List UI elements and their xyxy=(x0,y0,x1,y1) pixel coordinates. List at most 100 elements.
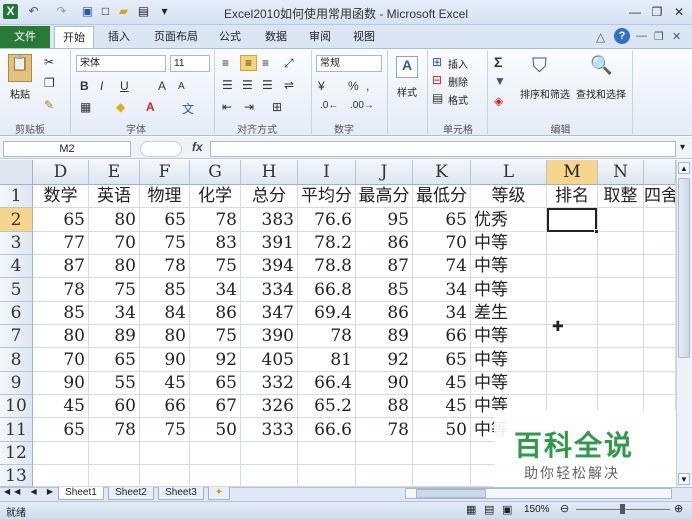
name-box[interactable]: M2 xyxy=(3,141,131,157)
cell-math-row2[interactable]: 65 xyxy=(33,208,89,232)
formula-bar-handle[interactable] xyxy=(140,141,182,157)
row-header-2[interactable]: 2 xyxy=(0,208,33,232)
header-cell-total[interactable]: 总分 xyxy=(241,185,298,208)
zoom-level[interactable]: 150% xyxy=(524,504,550,515)
cell-empty[interactable] xyxy=(644,255,676,278)
cell-empty[interactable] xyxy=(547,372,598,395)
cell-min-row3[interactable]: 70 xyxy=(413,232,471,255)
cell-physics-row2[interactable]: 65 xyxy=(140,208,190,232)
fill-color-icon[interactable]: ◆ xyxy=(116,100,125,114)
cell-math-row8[interactable]: 70 xyxy=(33,348,89,372)
col-header-j[interactable]: J xyxy=(356,160,413,185)
cell-physics-row7[interactable]: 80 xyxy=(140,325,190,348)
cell-grade-row6[interactable]: 差生 xyxy=(471,302,547,325)
cell-min-row11[interactable]: 50 xyxy=(413,418,471,442)
new-sheet-icon[interactable]: ✦ xyxy=(208,487,230,500)
row-header-9[interactable]: 9 xyxy=(0,372,33,395)
cell-average-row4[interactable]: 78.8 xyxy=(298,255,356,278)
cell-total-row10[interactable]: 326 xyxy=(241,395,298,418)
delete-cells-icon[interactable]: ⊟ xyxy=(432,73,442,87)
page-break-view-icon[interactable]: ▣ xyxy=(502,503,512,516)
cell-empty[interactable] xyxy=(598,278,644,302)
cell-max-row5[interactable]: 85 xyxy=(356,278,413,302)
percent-button[interactable]: % xyxy=(348,79,359,93)
cell-total-row6[interactable]: 347 xyxy=(241,302,298,325)
cell-physics-row11[interactable]: 75 xyxy=(140,418,190,442)
header-cell-min[interactable]: 最低分 xyxy=(413,185,471,208)
sheet-tab-3[interactable]: Sheet3 xyxy=(158,487,204,500)
cell-empty[interactable] xyxy=(356,465,413,487)
cell-average-row10[interactable]: 65.2 xyxy=(298,395,356,418)
wb-close-icon[interactable]: ✕ xyxy=(672,30,681,43)
font-color-icon[interactable]: A xyxy=(146,100,155,114)
row-header-4[interactable]: 4 xyxy=(0,255,33,278)
cell-physics-row4[interactable]: 78 xyxy=(140,255,190,278)
bold-button[interactable]: B xyxy=(80,79,89,93)
cell-empty[interactable] xyxy=(644,278,676,302)
cell-min-row7[interactable]: 66 xyxy=(413,325,471,348)
cell-english-row5[interactable]: 75 xyxy=(89,278,140,302)
cell-min-row4[interactable]: 74 xyxy=(413,255,471,278)
cell-grade-row2[interactable]: 优秀 xyxy=(471,208,547,232)
horizontal-scroll-thumb[interactable] xyxy=(416,489,486,498)
cell-total-row5[interactable]: 334 xyxy=(241,278,298,302)
cell-empty[interactable] xyxy=(547,348,598,372)
cell-chemistry-row2[interactable]: 78 xyxy=(190,208,241,232)
cell-empty[interactable] xyxy=(598,208,644,232)
page-layout-view-icon[interactable]: ▤ xyxy=(484,503,494,516)
sheet-tab-1[interactable]: Sheet1 xyxy=(58,487,104,500)
cell-empty[interactable] xyxy=(598,255,644,278)
cell-math-row6[interactable]: 85 xyxy=(33,302,89,325)
cell-physics-row5[interactable]: 85 xyxy=(140,278,190,302)
format-painter-icon[interactable]: ✎ xyxy=(44,98,54,112)
col-header-o[interactable] xyxy=(644,160,676,185)
cell-english-row11[interactable]: 78 xyxy=(89,418,140,442)
col-header-l[interactable]: L xyxy=(471,160,547,185)
align-left-icon[interactable]: ☰ xyxy=(222,78,233,92)
cell-empty[interactable] xyxy=(298,442,356,465)
header-cell-round-down[interactable]: 取整 xyxy=(598,185,644,208)
underline-button[interactable]: U xyxy=(120,79,129,93)
cell-empty[interactable] xyxy=(89,465,140,487)
cell-total-row2[interactable]: 383 xyxy=(241,208,298,232)
cell-average-row8[interactable]: 81 xyxy=(298,348,356,372)
cell-physics-row9[interactable]: 45 xyxy=(140,372,190,395)
cell-max-row7[interactable]: 89 xyxy=(356,325,413,348)
cell-average-row3[interactable]: 78.2 xyxy=(298,232,356,255)
cell-chemistry-row7[interactable]: 75 xyxy=(190,325,241,348)
header-cell-grade[interactable]: 等级 xyxy=(471,185,547,208)
cell-chemistry-row4[interactable]: 75 xyxy=(190,255,241,278)
align-right-icon[interactable]: ☰ xyxy=(262,78,273,92)
cell-empty[interactable] xyxy=(598,348,644,372)
cell-grade-row4[interactable]: 中等 xyxy=(471,255,547,278)
autosum-button[interactable]: Σ xyxy=(494,54,502,70)
cell-math-row7[interactable]: 80 xyxy=(33,325,89,348)
cut-icon[interactable]: ✂ xyxy=(44,55,54,69)
find-select-icon[interactable]: 🔍 xyxy=(590,55,612,76)
cell-chemistry-row10[interactable]: 67 xyxy=(190,395,241,418)
cell-math-row10[interactable]: 45 xyxy=(33,395,89,418)
sort-filter-icon[interactable]: ⛉ xyxy=(532,55,547,78)
tab-view[interactable]: 视图 xyxy=(346,26,382,48)
active-cell-m2[interactable] xyxy=(547,208,597,232)
align-top-icon[interactable]: ≡ xyxy=(222,56,229,70)
cell-physics-row6[interactable]: 84 xyxy=(140,302,190,325)
wb-restore-icon[interactable]: ❐ xyxy=(654,30,664,43)
paste-icon[interactable]: 📋 xyxy=(8,54,32,82)
border-icon[interactable]: ▦ xyxy=(80,100,91,114)
delete-cells-button[interactable]: 删除 xyxy=(448,74,468,89)
cell-empty[interactable] xyxy=(190,442,241,465)
cell-english-row8[interactable]: 65 xyxy=(89,348,140,372)
italic-button[interactable]: I xyxy=(100,79,103,93)
currency-icon[interactable]: ¥ xyxy=(318,79,325,93)
cell-min-row5[interactable]: 34 xyxy=(413,278,471,302)
col-header-f[interactable]: F xyxy=(140,160,190,185)
cell-chemistry-row11[interactable]: 50 xyxy=(190,418,241,442)
cell-average-row9[interactable]: 66.4 xyxy=(298,372,356,395)
cell-max-row11[interactable]: 78 xyxy=(356,418,413,442)
row-header-5[interactable]: 5 xyxy=(0,278,33,302)
zoom-slider-thumb[interactable] xyxy=(620,504,625,514)
increase-decimal-icon[interactable]: .0← xyxy=(320,100,338,111)
cell-math-row9[interactable]: 90 xyxy=(33,372,89,395)
row-header-1[interactable]: 1 xyxy=(0,185,33,208)
